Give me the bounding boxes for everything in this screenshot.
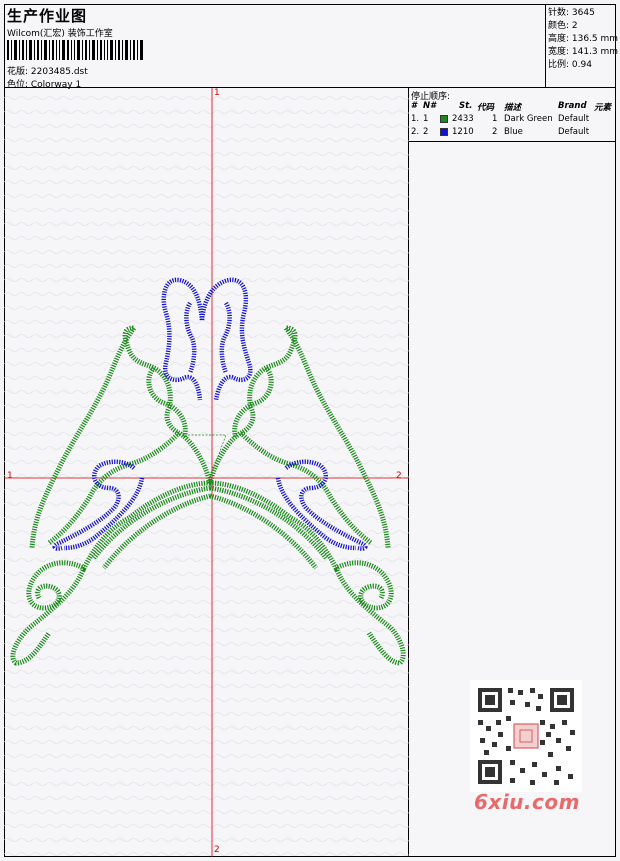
row-brand: Default xyxy=(558,114,590,124)
col-header-code: 代码 xyxy=(477,103,495,113)
table-divider xyxy=(409,141,616,142)
table-row[interactable]: 2. 2 1210 2 Blue Default xyxy=(409,126,616,139)
row-code: 1 xyxy=(492,114,498,124)
table-row[interactable]: 1. 1 2433 1 Dark Green Default xyxy=(409,113,616,126)
col-header-description: 描述 xyxy=(504,103,522,113)
table-header-row: # N# St. 代码 描述 Brand 元素 xyxy=(409,100,616,113)
axis-label-right: 2 xyxy=(396,471,402,481)
sheet-header: 生产作业图 Wilcom(汇宏) 装饰工作室 花版: 2203485.dst 色… xyxy=(4,4,619,90)
row-brand: Default xyxy=(558,127,590,137)
design-preview[interactable]: 1 2 1 2 xyxy=(4,88,409,857)
axis-label-bottom: 2 xyxy=(214,845,220,855)
design-file-label: 花版: 2203485.dst xyxy=(7,67,88,77)
axis-label-top: 1 xyxy=(214,88,220,98)
color-count: 颜色: 2 xyxy=(548,21,578,31)
row-needle: 1 xyxy=(423,114,429,124)
row-stitches: 2433 xyxy=(452,114,474,124)
color-swatch-green xyxy=(440,115,448,123)
color-swatch-blue xyxy=(440,128,448,136)
design-width: 宽度: 141.3 mm xyxy=(548,47,619,57)
sheet-title: 生产作业图 xyxy=(7,7,88,25)
col-header-element: 元素 xyxy=(594,103,612,113)
embroidery-canvas xyxy=(4,88,409,857)
row-code: 2 xyxy=(492,127,498,137)
stats-panel: 针数: 3645 颜色: 2 高度: 136.5 mm 宽度: 141.3 mm… xyxy=(545,4,619,88)
col-header-stitches: St. xyxy=(459,101,473,111)
axis-label-left: 1 xyxy=(7,471,13,481)
scale-ratio: 比例: 0.94 xyxy=(548,60,592,70)
col-header-needle: N# xyxy=(423,101,437,111)
company-name: Wilcom(汇宏) 装饰工作室 xyxy=(7,29,113,39)
qr-code-icon xyxy=(470,680,582,792)
col-header-index: # xyxy=(411,101,417,111)
row-index: 2. xyxy=(411,127,420,137)
design-height: 高度: 136.5 mm xyxy=(548,34,619,44)
color-sequence-table: # N# St. 代码 描述 Brand 元素 1. 1 2433 1 Dark… xyxy=(409,100,616,139)
barcode-icon xyxy=(7,40,143,60)
row-index: 1. xyxy=(411,114,420,124)
stitch-count: 针数: 3645 xyxy=(548,8,595,18)
col-header-brand: Brand xyxy=(558,101,587,111)
row-description: Blue xyxy=(504,127,523,137)
row-stitches: 1210 xyxy=(452,127,474,137)
watermark-logo: 6xiu.com xyxy=(474,790,580,814)
row-needle: 2 xyxy=(423,127,429,137)
row-description: Dark Green xyxy=(504,114,553,124)
